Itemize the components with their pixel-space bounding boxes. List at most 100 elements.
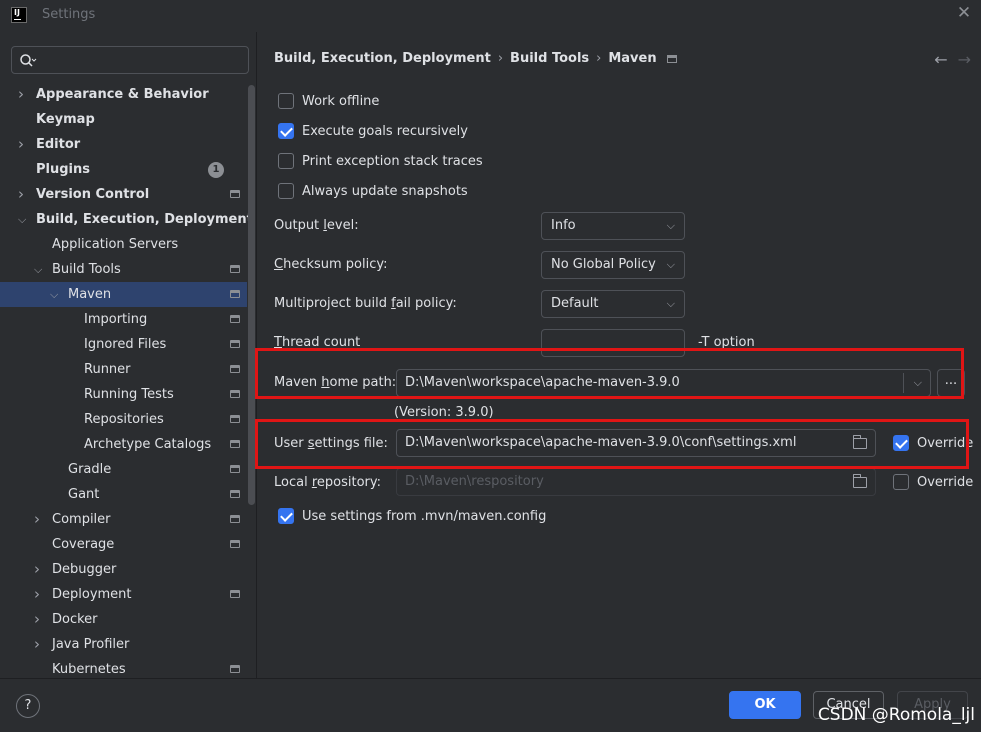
sidebar-item-label: Docker bbox=[52, 612, 98, 627]
chevron-right-icon[interactable]: › bbox=[34, 632, 44, 657]
project-scope-icon bbox=[230, 590, 240, 598]
sidebar-item-label: Java Profiler bbox=[52, 637, 130, 652]
sidebar-item-importing[interactable]: Importing bbox=[0, 307, 247, 332]
folder-icon[interactable] bbox=[853, 474, 867, 488]
project-scope-icon bbox=[230, 340, 240, 348]
multiproject-fail-policy-label: Multiproject build fail policy: bbox=[274, 296, 457, 311]
breadcrumb-separator: › bbox=[497, 51, 504, 66]
sidebar-item-deployment[interactable]: › Deployment bbox=[0, 582, 247, 607]
highlight-box-user-settings bbox=[255, 419, 969, 469]
print-exception-checkbox[interactable] bbox=[278, 153, 294, 169]
sidebar-item-docker[interactable]: › Docker bbox=[0, 607, 247, 632]
output-level-dropdown[interactable]: Info ⌵ bbox=[541, 212, 685, 240]
print-exception-label: Print exception stack traces bbox=[302, 153, 483, 169]
chevron-down-icon: ⌵ bbox=[666, 297, 675, 310]
project-scope-icon bbox=[230, 440, 240, 448]
sidebar-item-label: Runner bbox=[84, 362, 131, 377]
checksum-policy-dropdown[interactable]: No Global Policy ⌵ bbox=[541, 251, 685, 279]
chevron-right-icon[interactable]: › bbox=[34, 607, 44, 632]
sidebar-item-application-servers[interactable]: Application Servers bbox=[0, 232, 247, 257]
sidebar-item-appearance-behavior[interactable]: › Appearance & Behavior bbox=[0, 82, 247, 107]
project-scope-icon bbox=[230, 415, 240, 423]
breadcrumb-build-execution-deployment[interactable]: Build, Execution, Deployment bbox=[274, 51, 491, 66]
sidebar-item-build-tools[interactable]: ⌵ Build Tools bbox=[0, 257, 247, 282]
sidebar-item-plugins[interactable]: Plugins 1 bbox=[0, 157, 247, 182]
chevron-down-icon[interactable]: ⌵ bbox=[18, 207, 28, 232]
sidebar-item-archetype-catalogs[interactable]: Archetype Catalogs bbox=[0, 432, 247, 457]
chevron-right-icon[interactable]: › bbox=[34, 557, 44, 582]
chevron-down-icon[interactable]: ⌵ bbox=[50, 282, 60, 307]
sidebar-item-label: Gradle bbox=[68, 462, 112, 477]
work-offline-label: Work offline bbox=[302, 93, 380, 109]
print-exception-option[interactable]: Print exception stack traces bbox=[278, 151, 483, 171]
use-mvn-config-label: Use settings from .mvn/maven.config bbox=[302, 508, 547, 524]
local-repository-override-option[interactable]: Override bbox=[893, 472, 973, 492]
sidebar-item-gradle[interactable]: Gradle bbox=[0, 457, 247, 482]
sidebar-item-maven[interactable]: ⌵ Maven bbox=[0, 282, 247, 307]
project-scope-icon bbox=[230, 365, 240, 373]
multiproject-fail-policy-dropdown[interactable]: Default ⌵ bbox=[541, 290, 685, 318]
sidebar-item-label: Plugins bbox=[36, 162, 90, 177]
sidebar-item-label: Version Control bbox=[36, 187, 150, 202]
search-input[interactable] bbox=[11, 46, 249, 74]
sidebar-item-label: Archetype Catalogs bbox=[84, 437, 212, 452]
close-icon[interactable]: ✕ bbox=[955, 4, 973, 22]
chevron-right-icon[interactable]: › bbox=[34, 582, 44, 607]
use-mvn-config-checkbox[interactable] bbox=[278, 508, 294, 524]
sidebar-item-running-tests[interactable]: Running Tests bbox=[0, 382, 247, 407]
always-update-option[interactable]: Always update snapshots bbox=[278, 181, 468, 201]
override-label: Override bbox=[917, 474, 974, 490]
project-scope-icon bbox=[230, 190, 240, 198]
sidebar-item-label: Compiler bbox=[52, 512, 111, 527]
use-mvn-config-option[interactable]: Use settings from .mvn/maven.config bbox=[278, 506, 546, 526]
forward-arrow-icon[interactable]: → bbox=[958, 50, 971, 69]
sidebar-item-keymap[interactable]: Keymap bbox=[0, 107, 247, 132]
sidebar-item-coverage[interactable]: Coverage bbox=[0, 532, 247, 557]
work-offline-checkbox[interactable] bbox=[278, 93, 294, 109]
settings-tree: › Appearance & Behavior Keymap › Editor Plugi… bbox=[0, 82, 253, 682]
sidebar-item-gant[interactable]: Gant bbox=[0, 482, 247, 507]
local-repository-label: Local repository: bbox=[274, 475, 382, 490]
project-scope-icon bbox=[666, 54, 677, 63]
back-arrow-icon[interactable]: ← bbox=[934, 50, 947, 69]
sidebar-item-debugger[interactable]: › Debugger bbox=[0, 557, 247, 582]
breadcrumb: Build, Execution, Deployment › Build Tools… bbox=[274, 51, 677, 66]
output-level-label: Output level: bbox=[274, 218, 359, 233]
chevron-right-icon[interactable]: › bbox=[18, 132, 28, 157]
sidebar-item-version-control[interactable]: › Version Control bbox=[0, 182, 247, 207]
always-update-checkbox[interactable] bbox=[278, 183, 294, 199]
ok-button[interactable]: OK bbox=[729, 691, 801, 719]
plugins-update-badge: 1 bbox=[208, 162, 224, 178]
execute-recursively-option[interactable]: Execute goals recursively bbox=[278, 121, 468, 141]
work-offline-option[interactable]: Work offline bbox=[278, 91, 379, 111]
execute-recursively-checkbox[interactable] bbox=[278, 123, 294, 139]
chevron-down-icon[interactable]: ⌵ bbox=[34, 257, 44, 282]
sidebar-scrollbar[interactable] bbox=[248, 85, 255, 505]
chevron-down-icon: ⌵ bbox=[666, 219, 675, 232]
sidebar-item-label: Importing bbox=[84, 312, 148, 327]
chevron-right-icon[interactable]: › bbox=[18, 82, 28, 107]
sidebar-item-editor[interactable]: › Editor bbox=[0, 132, 247, 157]
sidebar-item-compiler[interactable]: › Compiler bbox=[0, 507, 247, 532]
project-scope-icon bbox=[230, 540, 240, 548]
local-repository-override-checkbox[interactable] bbox=[893, 474, 909, 490]
sidebar-item-label: Repositories bbox=[84, 412, 164, 427]
sidebar-item-build-execution-deployment[interactable]: ⌵ Build, Execution, Deployment bbox=[0, 207, 253, 232]
chevron-right-icon[interactable]: › bbox=[18, 182, 28, 207]
sidebar-item-label: Coverage bbox=[52, 537, 115, 552]
sidebar-item-runner[interactable]: Runner bbox=[0, 357, 247, 382]
sidebar-item-repositories[interactable]: Repositories bbox=[0, 407, 247, 432]
checksum-policy-label: Checksum policy: bbox=[274, 257, 388, 272]
project-scope-icon bbox=[230, 290, 240, 298]
sidebar-item-label: Build, Execution, Deployment bbox=[36, 212, 253, 227]
title-bar: IJ Settings ✕ bbox=[0, 0, 981, 32]
breadcrumb-maven: Maven bbox=[608, 51, 657, 66]
chevron-right-icon[interactable]: › bbox=[34, 507, 44, 532]
breadcrumb-build-tools[interactable]: Build Tools bbox=[510, 51, 589, 66]
help-button[interactable]: ? bbox=[16, 694, 40, 718]
sidebar-item-java-profiler[interactable]: › Java Profiler bbox=[0, 632, 247, 657]
project-scope-icon bbox=[230, 315, 240, 323]
sidebar-item-label: Maven bbox=[68, 287, 112, 302]
intellij-app-icon: IJ bbox=[11, 7, 27, 23]
sidebar-item-ignored-files[interactable]: Ignored Files bbox=[0, 332, 247, 357]
